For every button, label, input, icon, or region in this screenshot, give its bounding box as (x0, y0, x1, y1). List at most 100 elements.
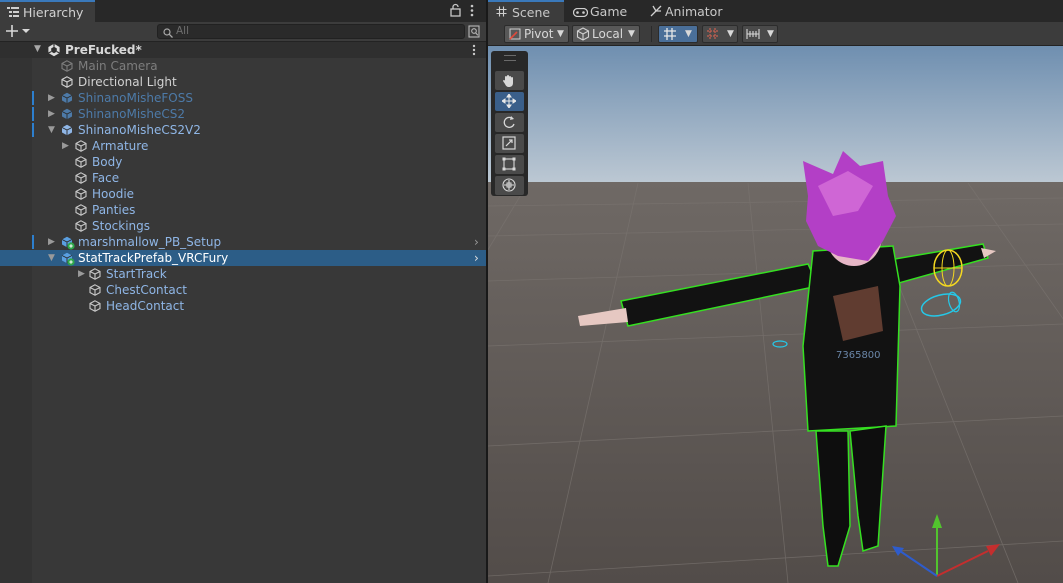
transform-tool-icon (502, 178, 516, 192)
prefab-override-bar (32, 235, 34, 249)
hierarchy-item[interactable]: ▶ marshmallow_PB_Setup › (0, 234, 486, 250)
local-dropdown[interactable]: Local ▼ (572, 25, 640, 43)
expand-down-icon[interactable]: ▼ (48, 250, 55, 266)
hierarchy-item-label: Face (92, 171, 120, 185)
hoodie-print-text: 7365800 (836, 350, 881, 361)
local-label: Local (592, 27, 624, 41)
hierarchy-item-label: StartTrack (106, 267, 167, 281)
move-tool-button[interactable] (495, 92, 524, 111)
chevron-right-icon[interactable]: › (474, 234, 479, 250)
local-cube-icon (576, 27, 590, 45)
prefab-override-bar (32, 91, 34, 105)
hierarchy-item-label: Panties (92, 203, 136, 217)
cube-icon (61, 76, 73, 88)
list-icon (7, 6, 19, 21)
hierarchy-item[interactable]: Stockings (0, 218, 486, 234)
hierarchy-item[interactable]: ▶ ShinanoMisheCS2 (0, 106, 486, 122)
hierarchy-item-label: ShinanoMisheCS2V2 (78, 123, 201, 137)
expand-right-icon[interactable]: ▶ (48, 90, 55, 106)
scene-viewport[interactable]: 7365800 (488, 46, 1063, 583)
hierarchy-item-label: Body (92, 155, 123, 169)
rect-tool-icon (502, 157, 516, 171)
scale-tool-button[interactable] (495, 134, 524, 153)
expand-down-icon[interactable]: ▼ (48, 122, 55, 138)
hand-tool-button[interactable] (495, 71, 524, 90)
expand-right-icon[interactable]: ▶ (48, 106, 55, 122)
toolbar-separator (651, 26, 652, 42)
hierarchy-item[interactable]: Body (0, 154, 486, 170)
add-object-button[interactable] (6, 24, 32, 41)
hierarchy-item[interactable]: Directional Light (0, 74, 486, 90)
vrcfury-prefab-icon (61, 252, 75, 266)
search-icon (163, 27, 173, 41)
panel-menu-icon[interactable] (470, 4, 474, 20)
scene-expand-arrow[interactable]: ▼ (34, 44, 41, 54)
prefab-icon (61, 92, 73, 104)
chevron-right-icon[interactable]: › (474, 250, 479, 266)
grid-icon (663, 27, 677, 45)
pivot-label: Pivot (524, 27, 554, 41)
hierarchy-item[interactable]: Hoodie (0, 186, 486, 202)
tab-animator[interactable]: Animator (642, 0, 732, 22)
hierarchy-item-label: ShinanoMisheCS2 (78, 107, 186, 121)
lock-icon[interactable] (450, 3, 461, 20)
prefab-override-bar (32, 123, 34, 137)
expand-right-icon[interactable]: ▶ (78, 266, 85, 282)
cube-icon (89, 300, 101, 312)
snap-increment-toggle[interactable]: ▼ (702, 25, 738, 43)
expand-right-icon[interactable]: ▶ (48, 234, 55, 250)
expand-right-icon[interactable]: ▶ (62, 138, 69, 154)
hierarchy-item[interactable]: Main Camera (0, 58, 486, 74)
scene-panel: Scene Game Animator Pivot ▼ Local ▼ ▼ ▼ … (488, 0, 1063, 583)
pivot-icon (508, 27, 522, 45)
prefab-icon (61, 108, 73, 120)
vrcfury-prefab-icon (61, 236, 75, 250)
gamepad-icon (572, 6, 589, 20)
hierarchy-item[interactable]: ▼ ShinanoMisheCS2V2 (0, 122, 486, 138)
hierarchy-item[interactable]: ChestContact (0, 282, 486, 298)
pivot-dropdown[interactable]: Pivot ▼ (504, 25, 569, 43)
tab-animator-label: Animator (665, 4, 723, 19)
search-input[interactable]: All (157, 24, 465, 39)
grid-snapping-toggle[interactable]: ▼ (658, 25, 698, 43)
hierarchy-item[interactable]: Panties (0, 202, 486, 218)
cube-icon (75, 140, 87, 152)
search-options-icon[interactable] (468, 25, 480, 41)
chevron-down-icon: ▼ (685, 29, 692, 39)
palette-drag-handle[interactable] (504, 55, 516, 61)
tab-scene-label: Scene (512, 5, 551, 20)
increment-snap-dropdown[interactable]: ▼ (742, 25, 778, 43)
rect-tool-button[interactable] (495, 155, 524, 174)
hierarchy-item-label: StatTrackPrefab_VRCFury (78, 251, 229, 265)
chevron-down-icon: ▼ (767, 29, 774, 39)
scale-tool-icon (502, 136, 516, 150)
tab-scene[interactable]: Scene (488, 0, 564, 22)
tab-hierarchy[interactable]: Hierarchy (0, 0, 95, 22)
hierarchy-item[interactable]: ▼ StatTrackPrefab_VRCFury › (0, 250, 486, 266)
tab-game[interactable]: Game (565, 0, 641, 22)
hierarchy-item-label: Directional Light (78, 75, 177, 89)
hierarchy-item[interactable]: HeadContact (0, 298, 486, 314)
hierarchy-item-label: Main Camera (78, 59, 158, 73)
tool-palette (491, 51, 528, 196)
hierarchy-item[interactable]: ▶ Armature (0, 138, 486, 154)
scene-menu-icon[interactable] (472, 44, 476, 59)
hierarchy-item-label: HeadContact (106, 299, 185, 313)
hierarchy-item-label: ShinanoMisheFOSS (78, 91, 193, 105)
scene-name: PreFucked* (65, 43, 142, 57)
hierarchy-item[interactable]: Face (0, 170, 486, 186)
chevron-down-icon: ▼ (628, 29, 635, 39)
transform-tool-button[interactable] (495, 176, 524, 195)
cube-icon (89, 268, 101, 280)
search-placeholder: All (176, 25, 190, 37)
animator-icon (650, 5, 662, 20)
hierarchy-item[interactable]: ▶ StartTrack (0, 266, 486, 282)
hierarchy-item[interactable]: ▶ ShinanoMisheFOSS (0, 90, 486, 106)
snap-grid-icon (706, 27, 720, 45)
hierarchy-item-label: ChestContact (106, 283, 188, 297)
hierarchy-item-label: Armature (92, 139, 149, 153)
rotate-tool-icon (503, 116, 515, 128)
rotate-tool-button[interactable] (495, 113, 524, 132)
cube-icon (89, 284, 101, 296)
scene-root-row[interactable]: ▼ PreFucked* (0, 42, 486, 58)
